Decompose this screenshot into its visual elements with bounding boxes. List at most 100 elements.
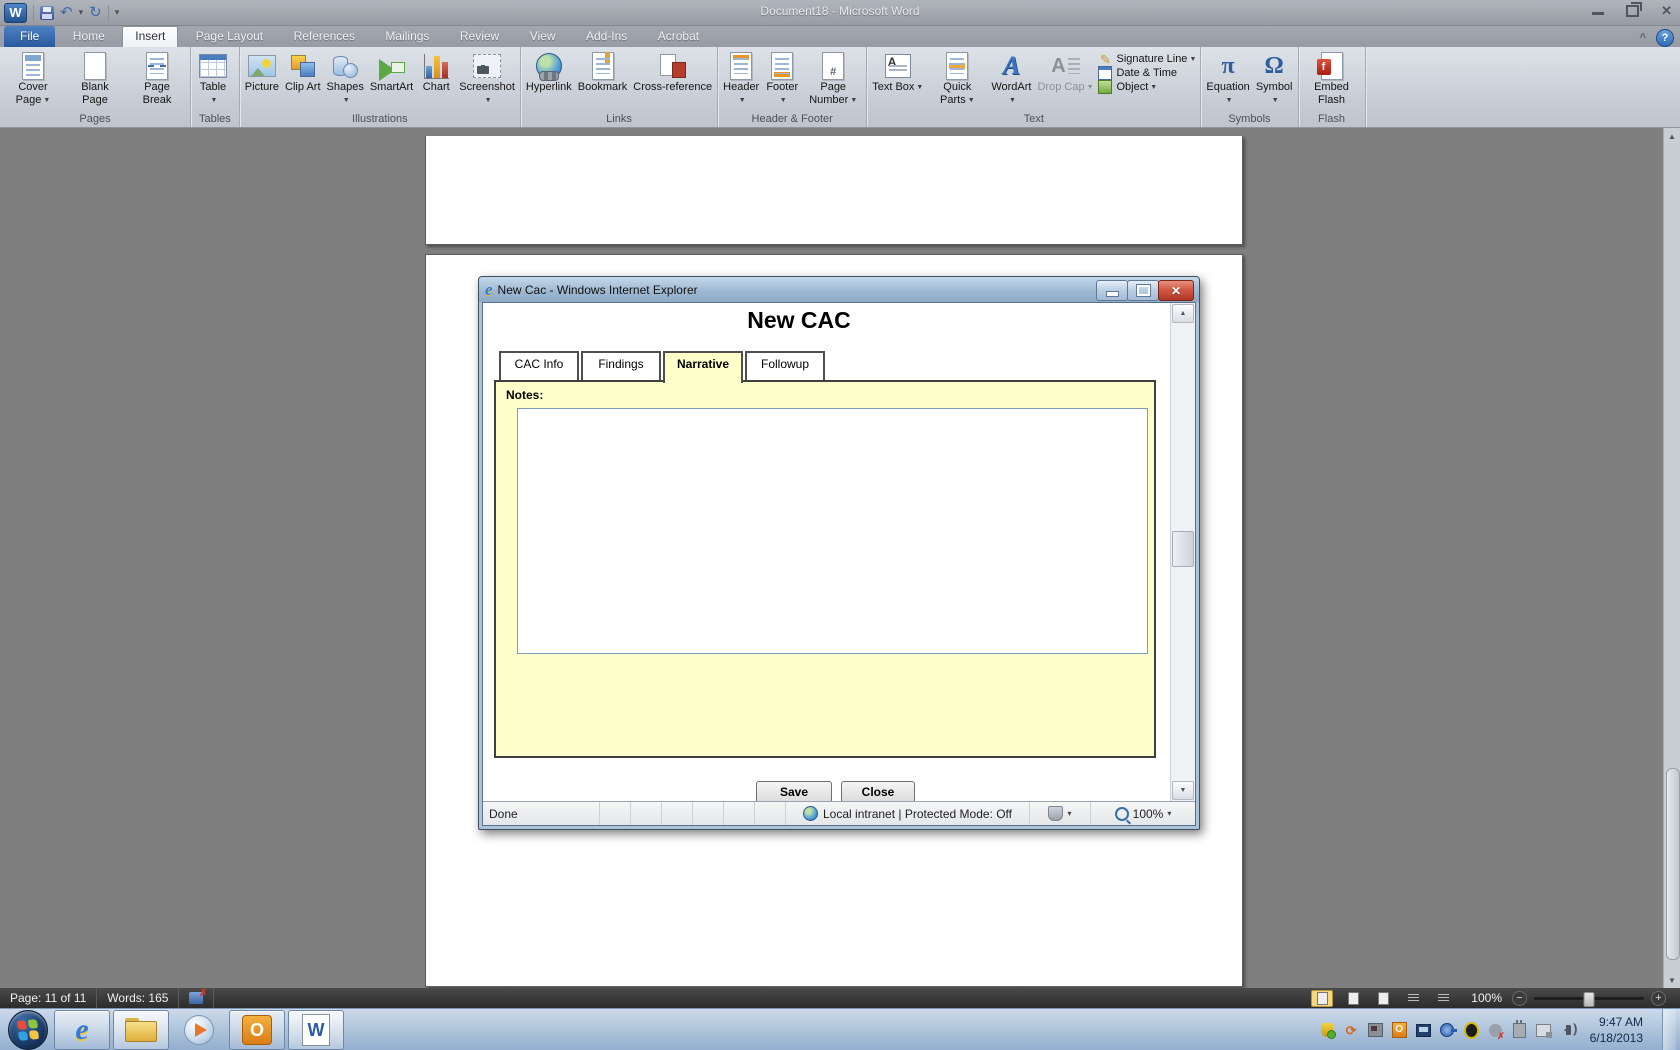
tab-review[interactable]: Review: [447, 26, 512, 47]
zoom-slider-thumb[interactable]: [1583, 991, 1595, 1007]
form-tab-findings[interactable]: Findings: [581, 351, 661, 380]
picture-button[interactable]: Picture: [242, 48, 282, 107]
taskbar-windows-explorer[interactable]: [113, 1010, 169, 1050]
zoom-out-button[interactable]: −: [1512, 990, 1527, 1006]
quick-parts-button[interactable]: Quick Parts ▼: [926, 48, 988, 107]
status-security[interactable]: ▾: [1030, 802, 1091, 825]
ie-close-button[interactable]: ✕: [1158, 280, 1194, 301]
form-tab-narrative[interactable]: Narrative: [663, 351, 743, 383]
maximize-icon: [1135, 284, 1151, 297]
word-vertical-scrollbar[interactable]: ▲ ▼: [1663, 128, 1680, 988]
sync-icon[interactable]: ⟳: [1344, 1023, 1359, 1038]
start-button[interactable]: [8, 1010, 48, 1050]
scroll-up-icon[interactable]: ▲: [1172, 304, 1194, 323]
document-page-10-fragment[interactable]: [425, 136, 1243, 245]
embed-flash-button[interactable]: Embed Flash: [1301, 48, 1363, 107]
zoom-in-button[interactable]: +: [1651, 990, 1666, 1006]
equation-button[interactable]: π Equation ▼: [1203, 48, 1252, 107]
taskbar-internet-explorer[interactable]: e: [54, 1010, 110, 1050]
internet-explorer-icon: e: [75, 1013, 89, 1046]
tab-acrobat[interactable]: Acrobat: [645, 26, 712, 47]
cross-reference-button[interactable]: Cross-reference: [630, 48, 715, 107]
page-count[interactable]: Page: 11 of 11: [0, 988, 98, 1008]
hyperlink-button[interactable]: Hyperlink: [523, 48, 575, 107]
ie-body: New CAC CAC Info Findings Narrative Foll…: [482, 302, 1196, 826]
tab-home[interactable]: Home: [60, 26, 118, 47]
minimize-icon[interactable]: [1592, 12, 1605, 15]
chart-button[interactable]: Chart: [416, 48, 456, 107]
page-break-button[interactable]: Page Break: [126, 48, 188, 107]
object-button[interactable]: Object ▼: [1098, 80, 1196, 94]
display-icon[interactable]: [1415, 1023, 1431, 1038]
taskbar-outlook[interactable]: O: [229, 1010, 285, 1050]
minimize-ribbon-icon[interactable]: ^: [1640, 32, 1646, 44]
tab-view[interactable]: View: [517, 26, 569, 47]
view-draft-button[interactable]: [1433, 991, 1453, 1006]
zoom-level[interactable]: 100%: [1471, 991, 1502, 1005]
help-icon[interactable]: ?: [1656, 29, 1674, 47]
restore-icon[interactable]: [1626, 1, 1643, 17]
ie-maximize-button[interactable]: [1127, 280, 1159, 301]
wordart-button[interactable]: A WordArt ▼: [988, 48, 1034, 107]
key-icon[interactable]: [1440, 1023, 1458, 1038]
table-button[interactable]: Table ▼: [193, 48, 233, 107]
form-tab-cac-info[interactable]: CAC Info: [499, 351, 579, 380]
remote-session-icon[interactable]: [1367, 1023, 1383, 1038]
ie-minimize-button[interactable]: [1096, 280, 1128, 301]
taskbar-clock[interactable]: 9:47 AM 6/18/2013: [1584, 1014, 1653, 1046]
status-zone: Local intranet | Protected Mode: Off: [786, 802, 1030, 825]
close-icon[interactable]: ✕: [1661, 4, 1672, 17]
volume-icon[interactable]: [1560, 1022, 1577, 1038]
taskbar-word[interactable]: W: [288, 1010, 344, 1050]
show-desktop-button[interactable]: [1662, 1009, 1676, 1050]
footer-button[interactable]: Footer ▼: [762, 48, 802, 107]
zoom-slider-track[interactable]: [1534, 991, 1644, 1007]
smartart-button[interactable]: SmartArt: [367, 48, 416, 107]
view-outline-button[interactable]: [1403, 991, 1423, 1006]
outlook-tray-icon[interactable]: O: [1391, 1022, 1407, 1038]
view-web-layout-button[interactable]: [1373, 991, 1393, 1006]
form-tab-followup[interactable]: Followup: [745, 351, 825, 380]
clip-art-button[interactable]: Clip Art: [282, 48, 323, 107]
tab-insert[interactable]: Insert: [122, 26, 179, 47]
screenshot-button[interactable]: Screenshot ▼: [456, 48, 518, 107]
tab-add-ins[interactable]: Add-Ins: [573, 26, 640, 47]
scroll-down-icon[interactable]: ▼: [1664, 972, 1680, 988]
shapes-button[interactable]: Shapes ▼: [324, 48, 367, 107]
tab-references[interactable]: References: [281, 26, 368, 47]
notes-textarea[interactable]: [517, 408, 1148, 654]
date-time-button[interactable]: Date & Time: [1098, 66, 1196, 80]
tab-file[interactable]: File: [4, 26, 56, 47]
ie-titlebar[interactable]: e New Cac - Windows Internet Explorer: [479, 277, 1199, 302]
bookmark-button[interactable]: Bookmark: [575, 48, 631, 107]
symbol-button[interactable]: Ω Symbol ▼: [1253, 48, 1296, 107]
page-number-button[interactable]: Page Number▼: [802, 48, 864, 107]
tab-page-layout[interactable]: Page Layout: [183, 26, 276, 47]
view-fullscreen-reading-button[interactable]: [1343, 991, 1363, 1006]
cover-page-button[interactable]: Cover Page ▼: [2, 48, 64, 107]
header-button[interactable]: Header ▼: [720, 48, 762, 107]
signature-line-button[interactable]: ✎ Signature Line ▼: [1098, 52, 1196, 66]
word-count[interactable]: Words: 165: [97, 988, 180, 1008]
device-plug-icon[interactable]: [1512, 1019, 1527, 1038]
drop-cap-button[interactable]: A Drop Cap ▼: [1034, 48, 1096, 107]
blank-page-button[interactable]: Blank Page: [64, 48, 126, 107]
word-scrollbar-thumb[interactable]: [1666, 768, 1680, 960]
view-print-layout-button[interactable]: [1311, 989, 1334, 1007]
proofing-status[interactable]: [179, 988, 215, 1008]
ie-scrollbar-thumb[interactable]: [1172, 531, 1194, 567]
save-button[interactable]: Save: [756, 781, 832, 801]
close-button[interactable]: Close: [841, 781, 915, 801]
scroll-up-icon[interactable]: ▲: [1664, 128, 1680, 144]
scroll-down-icon[interactable]: ▼: [1172, 781, 1194, 800]
antivirus-shield-icon[interactable]: [1320, 1023, 1337, 1039]
user-status-icon[interactable]: [1488, 1023, 1505, 1041]
text-box-button[interactable]: Text Box▼: [869, 48, 926, 107]
group-pages: Cover Page ▼ Blank Page Page Break Pages: [0, 47, 191, 127]
taskbar-media-player[interactable]: [172, 1011, 226, 1049]
network-icon[interactable]: [1535, 1023, 1552, 1038]
ie-vertical-scrollbar[interactable]: ▲ ▼: [1170, 303, 1195, 801]
status-zoom[interactable]: 100% ▾: [1091, 802, 1195, 825]
security-monitor-icon[interactable]: [1463, 1021, 1479, 1039]
tab-mailings[interactable]: Mailings: [372, 26, 442, 47]
